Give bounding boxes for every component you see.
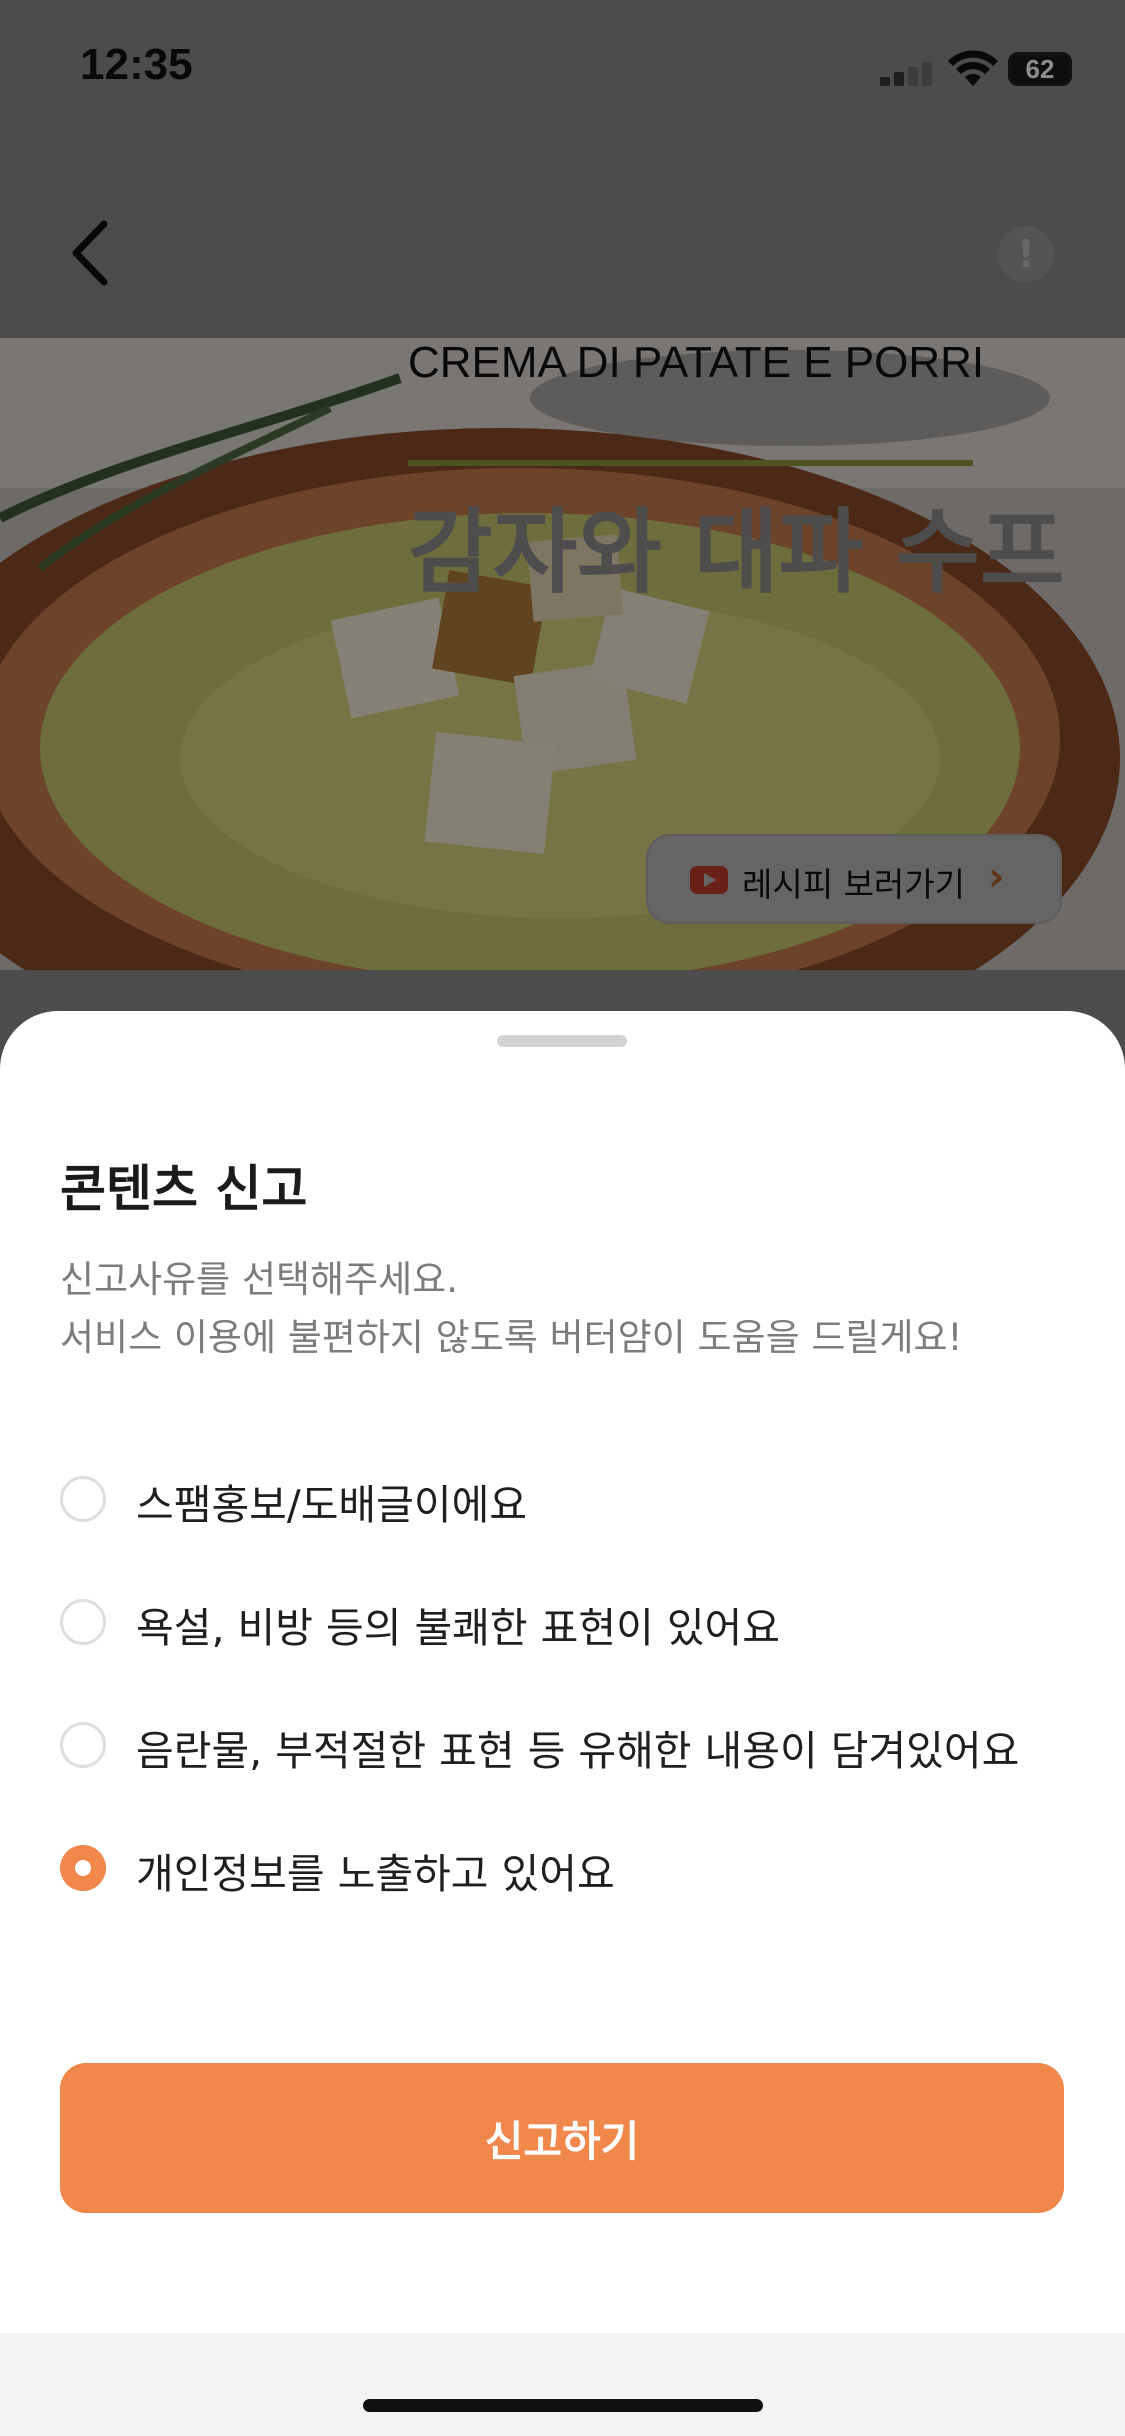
radio-button[interactable] [60,1599,106,1645]
back-arrow-icon[interactable] [62,218,122,288]
option-label: 욕설, 비방 등의 불쾌한 표현이 있어요 [136,1604,780,1652]
status-bar: 12:35 62 [0,0,1125,140]
submit-report-button[interactable]: 신고하기 [60,2063,1064,2213]
chevron-right-icon: › [988,854,1005,900]
view-recipe-label: 레시피 보러가기 [742,865,966,904]
option-label: 개인정보를 노출하고 있어요 [136,1850,615,1898]
sheet-title: 콘텐츠 신고 [60,1160,308,1218]
youtube-play-icon [690,866,728,894]
option-label: 스팸홍보/도배글이에요 [136,1481,528,1529]
title-divider [408,460,973,466]
description-line: 신고사유를 선택해주세요. [60,1258,458,1301]
radio-button[interactable] [60,1722,106,1768]
recipe-title: 감자와 대파 수프 [408,499,1065,606]
sheet-description: 신고사유를 선택해주세요. 서비스 이용에 불편하지 않도록 버터얌이 도움을 … [60,1251,962,1367]
wifi-icon [948,50,998,86]
home-indicator[interactable] [363,2399,763,2412]
report-bottom-sheet: 콘텐츠 신고 신고사유를 선택해주세요. 서비스 이용에 불편하지 않도록 버터… [0,1011,1125,2436]
cellular-signal-icon [880,62,936,86]
view-recipe-button[interactable]: 레시피 보러가기 › [646,834,1062,924]
recipe-subtitle: CREMA DI PATATE E PORRI [408,338,985,387]
description-line: 서비스 이용에 불편하지 않도록 버터얌이 도움을 드릴게요! [60,1316,963,1359]
option-label: 음란물, 부적절한 표현 등 유해한 내용이 담겨있어요 [136,1727,1020,1775]
radio-button[interactable] [60,1476,106,1522]
report-alert-icon[interactable]: ! [998,226,1054,282]
home-indicator-area [0,2333,1125,2436]
radio-button-selected[interactable] [60,1845,106,1891]
battery-icon: 62 [1008,52,1072,86]
sheet-drag-handle[interactable] [497,1035,627,1047]
status-time: 12:35 [80,40,193,89]
